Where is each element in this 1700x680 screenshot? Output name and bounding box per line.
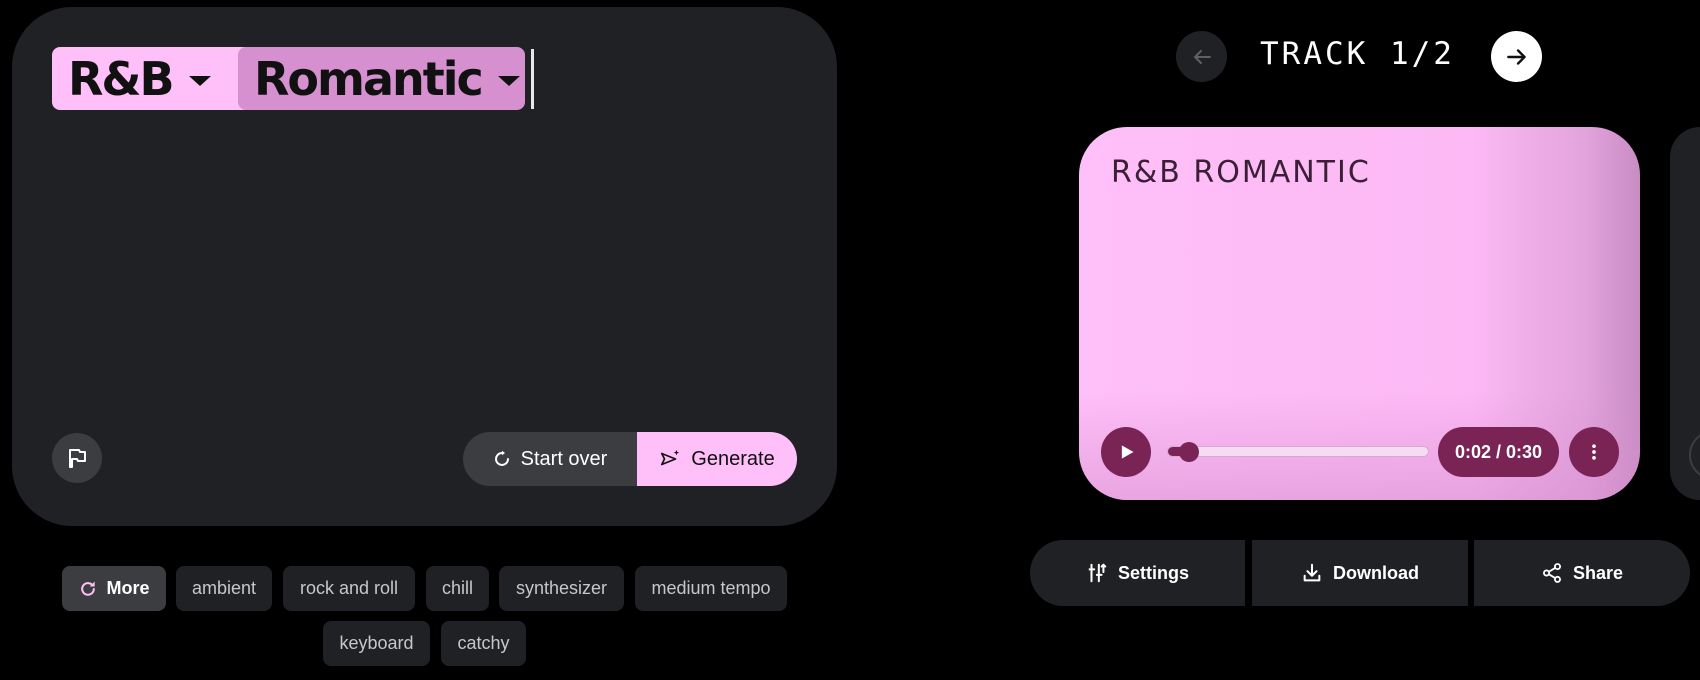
suggestion-chip[interactable]: ambient xyxy=(176,566,272,611)
download-label: Download xyxy=(1333,562,1419,583)
track-title: R&B ROMANTIC xyxy=(1111,155,1371,190)
previous-track-button[interactable] xyxy=(1176,31,1227,82)
time-readout: 0:02 / 0:30 xyxy=(1438,427,1559,477)
suggestion-chip[interactable]: catchy xyxy=(441,621,526,666)
prompt-panel: R&B Romantic Start over Generate xyxy=(12,7,837,526)
more-suggestions-button[interactable]: More xyxy=(62,566,166,611)
mood-chip-label: Romantic xyxy=(254,51,484,106)
more-options-button[interactable] xyxy=(1569,427,1619,477)
refresh-icon xyxy=(494,450,509,466)
generate-button[interactable]: Generate xyxy=(637,432,797,486)
prompt-actions: Start over Generate xyxy=(463,432,797,486)
track-card: R&B ROMANTIC 0:02 / 0:30 xyxy=(1079,127,1640,500)
genre-chip[interactable]: R&B xyxy=(52,47,258,110)
arrow-left-icon xyxy=(1193,49,1211,64)
seek-handle[interactable] xyxy=(1179,442,1200,462)
suggestion-chip[interactable]: synthesizer xyxy=(499,566,624,611)
suggestion-chip[interactable]: keyboard xyxy=(323,621,430,666)
sparkle-send-icon xyxy=(661,449,680,466)
report-button[interactable] xyxy=(52,433,102,483)
start-over-button[interactable]: Start over xyxy=(463,432,637,486)
play-button[interactable] xyxy=(1101,427,1151,477)
download-icon xyxy=(1303,563,1321,582)
more-label: More xyxy=(106,578,150,598)
start-over-label: Start over xyxy=(520,447,608,470)
tune-icon xyxy=(1088,563,1107,583)
settings-label: Settings xyxy=(1117,562,1189,583)
refresh-icon xyxy=(81,581,96,596)
download-button[interactable]: Download xyxy=(1252,540,1468,606)
settings-button[interactable]: Settings xyxy=(1030,540,1245,606)
track-counter: TRACK 1/2 xyxy=(1260,36,1455,72)
share-icon xyxy=(1543,563,1561,583)
next-track-button[interactable] xyxy=(1491,31,1542,82)
suggestion-chip[interactable]: medium tempo xyxy=(635,566,787,611)
chevron-down-icon xyxy=(497,75,520,86)
share-label: Share xyxy=(1572,562,1624,583)
arrow-right-icon xyxy=(1506,48,1526,65)
flag-icon xyxy=(69,449,86,468)
seek-slider[interactable] xyxy=(1167,442,1429,462)
suggestion-chip[interactable]: rock and roll xyxy=(283,566,415,611)
chevron-down-icon xyxy=(188,75,211,86)
more-vert-icon xyxy=(1592,444,1596,460)
genre-chip-label: R&B xyxy=(68,51,175,106)
suggestion-chip[interactable]: chill xyxy=(426,566,489,611)
prompt-text-cursor[interactable] xyxy=(531,49,534,109)
share-button[interactable]: Share xyxy=(1474,540,1690,606)
play-icon xyxy=(1121,445,1134,459)
mood-chip[interactable]: Romantic xyxy=(238,47,525,110)
music-generator-screen: R&B Romantic Start over Generate More am… xyxy=(0,0,1700,680)
generate-label: Generate xyxy=(691,447,775,470)
